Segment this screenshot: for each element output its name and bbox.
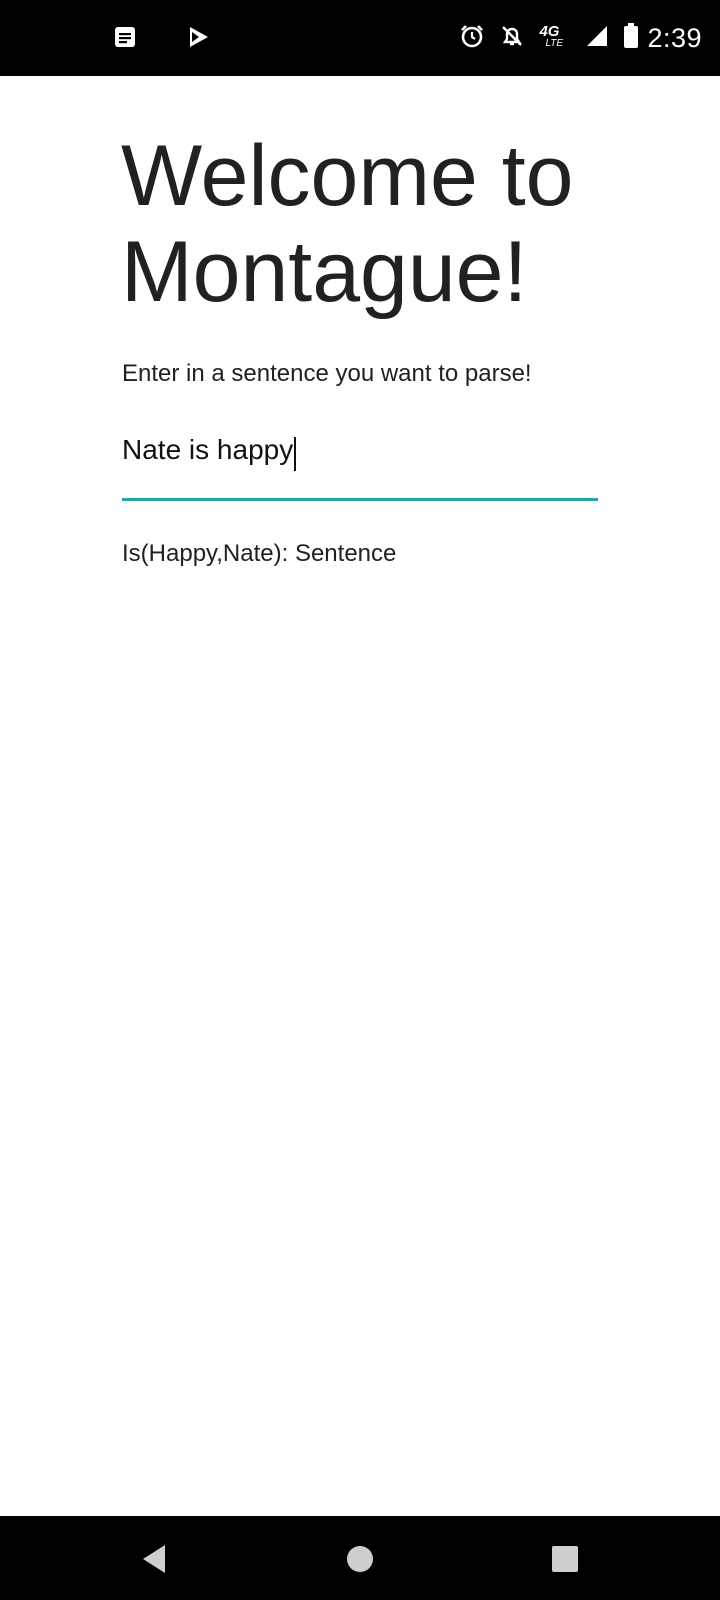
notes-icon	[112, 24, 140, 52]
notifications-off-icon	[499, 23, 525, 54]
sentence-input-line[interactable]: Nate is happy	[122, 434, 598, 474]
sentence-input-container[interactable]: Nate is happy	[122, 432, 598, 501]
sentence-input[interactable]: Nate is happy	[122, 434, 293, 474]
signal-icon	[585, 24, 609, 53]
battery-icon	[623, 22, 639, 54]
network-sub-label: LTE	[545, 38, 564, 49]
text-cursor	[294, 437, 297, 471]
recents-icon[interactable]	[548, 1542, 582, 1576]
status-time: 2:39	[647, 22, 702, 53]
back-icon[interactable]	[137, 1542, 171, 1576]
play-store-icon	[186, 24, 214, 52]
page-title: Welcome to Montague!	[121, 128, 574, 320]
navigation-bar	[0, 1516, 720, 1600]
status-bar: 4G LTE 2:39	[0, 0, 720, 76]
network-4g-lte-icon: 4G LTE	[539, 23, 571, 53]
alarm-icon	[459, 23, 485, 54]
prompt-text: Enter in a sentence you want to parse!	[122, 360, 532, 387]
parse-result: Is(Happy,Nate): Sentence	[122, 540, 397, 567]
status-icons: 4G LTE 2:39	[459, 18, 702, 58]
home-icon[interactable]	[343, 1542, 377, 1576]
